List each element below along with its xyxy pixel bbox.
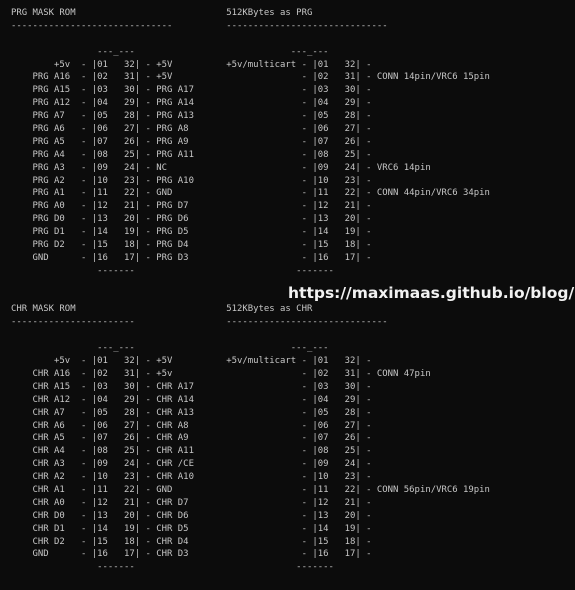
terminal-line: CHR A16 - |02 31| - +5v - |02 31| - CONN…: [11, 368, 431, 379]
terminal-line: GND - |16 17| - CHR D3 - |16 17| -: [11, 549, 372, 560]
terminal-line: PRG A16 - |02 31| - +5V - |02 31| - CONN…: [11, 72, 490, 83]
terminal-line: CHR A7 - |05 28| - CHR A13 - |05 28| -: [11, 407, 372, 418]
terminal-line: CHR A5 - |07 26| - CHR A9 - |07 26| -: [11, 433, 372, 444]
terminal-line: +5v - |01 32| - +5V +5v/multicart - |01 …: [11, 356, 372, 367]
terminal-line: PRG A2 - |10 23| - PRG A10 - |10 23| -: [11, 175, 372, 186]
terminal-line: PRG A0 - |12 21| - PRG D7 - |12 21| -: [11, 201, 372, 212]
terminal-line: ------- -------: [11, 562, 334, 573]
terminal-line: ----------------------- ----------------…: [11, 317, 388, 328]
terminal-line: PRG D1 - |14 19| - PRG D5 - |14 19| -: [11, 227, 372, 238]
terminal-line: PRG MASK ROM 512KBytes as PRG: [11, 8, 313, 18]
terminal-line: PRG A3 - |09 24| - NC - |09 24| - VRC6 1…: [11, 162, 431, 173]
terminal-line: PRG D2 - |15 18| - PRG D4 - |15 18| -: [11, 240, 372, 251]
terminal-line: +5v - |01 32| - +5V +5v/multicart - |01 …: [11, 59, 372, 70]
terminal-line: CHR A4 - |08 25| - CHR A11 - |08 25| -: [11, 446, 372, 457]
terminal-line: PRG A12 - |04 29| - PRG A14 - |04 29| -: [11, 98, 372, 109]
terminal-line: CHR D0 - |13 20| - CHR D6 - |13 20| -: [11, 510, 372, 521]
terminal-line: ---_--- ---_---: [11, 343, 329, 354]
terminal-line: CHR A2 - |10 23| - CHR A10 - |10 23| -: [11, 472, 372, 483]
terminal-line: CHR A12 - |04 29| - CHR A14 - |04 29| -: [11, 394, 372, 405]
terminal-line: CHR A0 - |12 21| - CHR D7 - |12 21| -: [11, 497, 372, 508]
terminal-line: CHR A6 - |06 27| - CHR A8 - |06 27| -: [11, 420, 372, 431]
terminal-line: PRG A6 - |06 27| - PRG A8 - |06 27| -: [11, 124, 372, 135]
terminal-line: CHR D1 - |14 19| - CHR D5 - |14 19| -: [11, 523, 372, 534]
terminal-line: PRG A4 - |08 25| - PRG A11 - |08 25| -: [11, 149, 372, 160]
terminal-line: GND - |16 17| - PRG D3 - |16 17| -: [11, 252, 372, 263]
terminal-line: PRG A5 - |07 26| - PRG A9 - |07 26| -: [11, 136, 372, 147]
terminal-line: ------- -------: [11, 265, 334, 276]
terminal-line: CHR A1 - |11 22| - GND - |11 22| - CONN …: [11, 484, 490, 495]
blog-url-watermark: https://maximaas.github.io/blog/: [288, 284, 575, 302]
terminal-line: ---_--- ---_---: [11, 46, 329, 57]
terminal-line: ------------------------------ ---------…: [11, 20, 388, 31]
terminal-line: PRG A1 - |11 22| - GND - |11 22| - CONN …: [11, 188, 490, 199]
terminal-line: PRG A7 - |05 28| - PRG A13 - |05 28| -: [11, 111, 372, 122]
terminal-line: PRG D0 - |13 20| - PRG D6 - |13 20| -: [11, 214, 372, 225]
terminal-line: CHR A15 - |03 30| - CHR A17 - |03 30| -: [11, 381, 372, 392]
terminal-line: CHR MASK ROM 512KBytes as CHR: [11, 304, 313, 315]
terminal-line: CHR D2 - |15 18| - CHR D4 - |15 18| -: [11, 536, 372, 547]
terminal-line: PRG A15 - |03 30| - PRG A17 - |03 30| -: [11, 85, 372, 96]
terminal-line: CHR A3 - |09 24| - CHR /CE - |09 24| -: [11, 459, 372, 470]
